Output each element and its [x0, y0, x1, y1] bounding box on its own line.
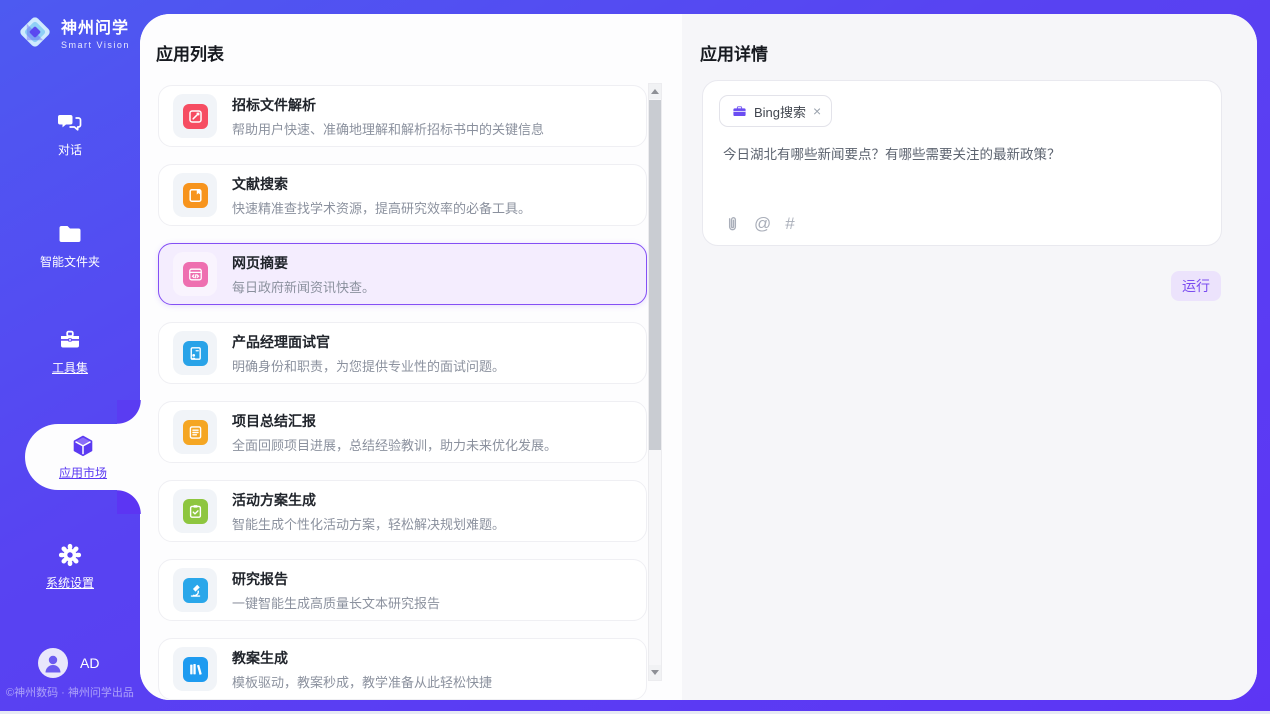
brand-name: 神州问学	[61, 14, 130, 38]
app-card[interactable]: 教案生成模板驱动，教案秒成，教学准备从此轻松快捷	[158, 638, 647, 700]
briefcase-icon	[732, 104, 747, 119]
note-icon	[183, 420, 208, 445]
app-card-selected[interactable]: 网页摘要每日政府新闻资讯快查。	[158, 243, 647, 305]
app-card[interactable]: 招标文件解析帮助用户快速、准确地理解和解析招标书中的关键信息	[158, 85, 647, 147]
main-content: 应用列表 招标文件解析帮助用户快速、准确地理解和解析招标书中的关键信息 文献搜索…	[140, 14, 1257, 700]
sidebar-item-label: 应用市场	[59, 464, 107, 481]
edit-square-icon	[183, 104, 208, 129]
sidebar-item-toolset[interactable]: 工具集	[0, 326, 140, 376]
sidebar-item-label: 智能文件夹	[40, 253, 100, 270]
triangle-up-icon	[651, 89, 659, 94]
resume-icon	[183, 341, 208, 366]
sidebar-item-smart-folder[interactable]: 智能文件夹	[0, 220, 140, 270]
app-list-panel: 应用列表 招标文件解析帮助用户快速、准确地理解和解析招标书中的关键信息 文献搜索…	[140, 14, 682, 700]
at-mention-icon[interactable]: @	[754, 214, 771, 234]
tab-curve-top	[117, 400, 141, 424]
triangle-down-icon	[651, 670, 659, 675]
user-account[interactable]: AD	[38, 648, 99, 678]
sidebar-item-label: 工具集	[52, 359, 88, 376]
cube-icon	[68, 433, 98, 461]
list-scrollbar[interactable]	[648, 83, 662, 681]
scroll-down-button[interactable]	[649, 665, 661, 680]
browser-code-icon	[183, 262, 208, 287]
scroll-up-button[interactable]	[649, 84, 661, 99]
microscope-icon	[183, 578, 208, 603]
brand-subtitle: Smart Vision	[61, 40, 130, 50]
query-text-input[interactable]: 今日湖北有哪些新闻要点？有哪些需要关注的最新政策？	[723, 145, 1203, 165]
sidebar: 神州问学 Smart Vision 对话 智能文件夹 工具集	[0, 0, 140, 714]
person-icon	[38, 648, 68, 678]
app-detail-panel: 应用详情 Bing搜索 × 今日湖北有哪些新闻要点？有哪些需要关注的最新政策？ …	[682, 14, 1257, 700]
folder-icon	[55, 220, 85, 248]
toolbox-icon	[55, 326, 85, 354]
chat-icon	[55, 108, 85, 136]
app-card[interactable]: 文献搜索快速精准查找学术资源，提高研究效率的必备工具。	[158, 164, 647, 226]
sidebar-item-app-market[interactable]: 应用市场	[25, 424, 141, 490]
app-card[interactable]: 项目总结汇报全面回顾项目进展，总结经验教训，助力未来优化发展。	[158, 401, 647, 463]
sidebar-footer: ©神州数码 · 神州问学出品	[6, 684, 138, 700]
paperclip-icon[interactable]	[721, 215, 740, 234]
app-card[interactable]: 研究报告一键智能生成高质量长文本研究报告	[158, 559, 647, 621]
sidebar-item-chat[interactable]: 对话	[0, 108, 140, 158]
diamond-logo-icon	[16, 13, 54, 51]
gear-icon	[55, 541, 85, 569]
scrollbar-thumb[interactable]	[649, 100, 661, 450]
run-button[interactable]: 运行	[1171, 271, 1221, 301]
prompt-composer: Bing搜索 × 今日湖北有哪些新闻要点？有哪些需要关注的最新政策？ @ #	[702, 80, 1222, 246]
sidebar-item-label: 对话	[58, 141, 82, 158]
avatar	[38, 648, 68, 678]
clipboard-check-icon	[183, 499, 208, 524]
tool-chip-bing-search[interactable]: Bing搜索 ×	[719, 95, 832, 127]
app-detail-title: 应用详情	[700, 40, 768, 65]
tool-chip-label: Bing搜索	[754, 102, 806, 121]
composer-toolbar: @ #	[721, 214, 795, 234]
app-card[interactable]: 产品经理面试官明确身份和职责，为您提供专业性的面试问题。	[158, 322, 647, 384]
hash-tag-icon[interactable]: #	[785, 214, 794, 234]
app-card[interactable]: 活动方案生成智能生成个性化活动方案，轻松解决规划难题。	[158, 480, 647, 542]
books-icon	[183, 657, 208, 682]
brand-logo: 神州问学 Smart Vision	[16, 13, 130, 51]
tab-curve-bottom	[117, 490, 141, 514]
user-initials: AD	[80, 655, 99, 671]
book-icon	[183, 183, 208, 208]
sidebar-item-label: 系统设置	[46, 574, 94, 591]
app-card-list: 招标文件解析帮助用户快速、准确地理解和解析招标书中的关键信息 文献搜索快速精准查…	[158, 14, 647, 700]
close-icon[interactable]: ×	[813, 104, 821, 118]
sidebar-item-settings[interactable]: 系统设置	[0, 541, 140, 591]
